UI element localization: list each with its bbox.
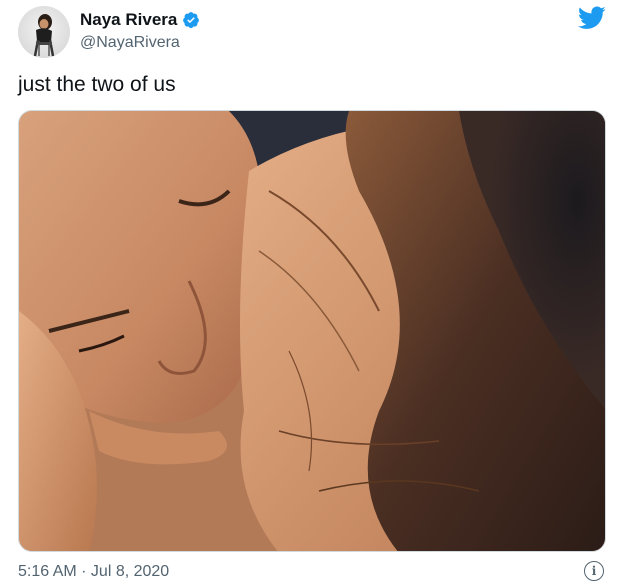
author-handle[interactable]: @NayaRivera (80, 33, 180, 53)
tweet-text: just the two of us (18, 73, 176, 96)
author-name-row[interactable]: Naya Rivera (80, 10, 200, 30)
photo-icon (19, 111, 605, 551)
avatar-image-icon (33, 14, 55, 57)
tweet-card: Naya Rivera @NayaRivera just the two of … (0, 0, 620, 582)
tweet-timestamp[interactable]: 5:16 AM · Jul 8, 2020 (18, 562, 169, 582)
author-avatar[interactable] (18, 6, 70, 58)
tweet-photo[interactable] (18, 110, 606, 552)
twitter-bird-icon[interactable] (578, 6, 606, 30)
info-icon[interactable]: i (584, 561, 604, 581)
author-name[interactable]: Naya Rivera (80, 10, 177, 30)
info-glyph: i (591, 564, 597, 578)
verified-badge-icon (183, 12, 200, 29)
